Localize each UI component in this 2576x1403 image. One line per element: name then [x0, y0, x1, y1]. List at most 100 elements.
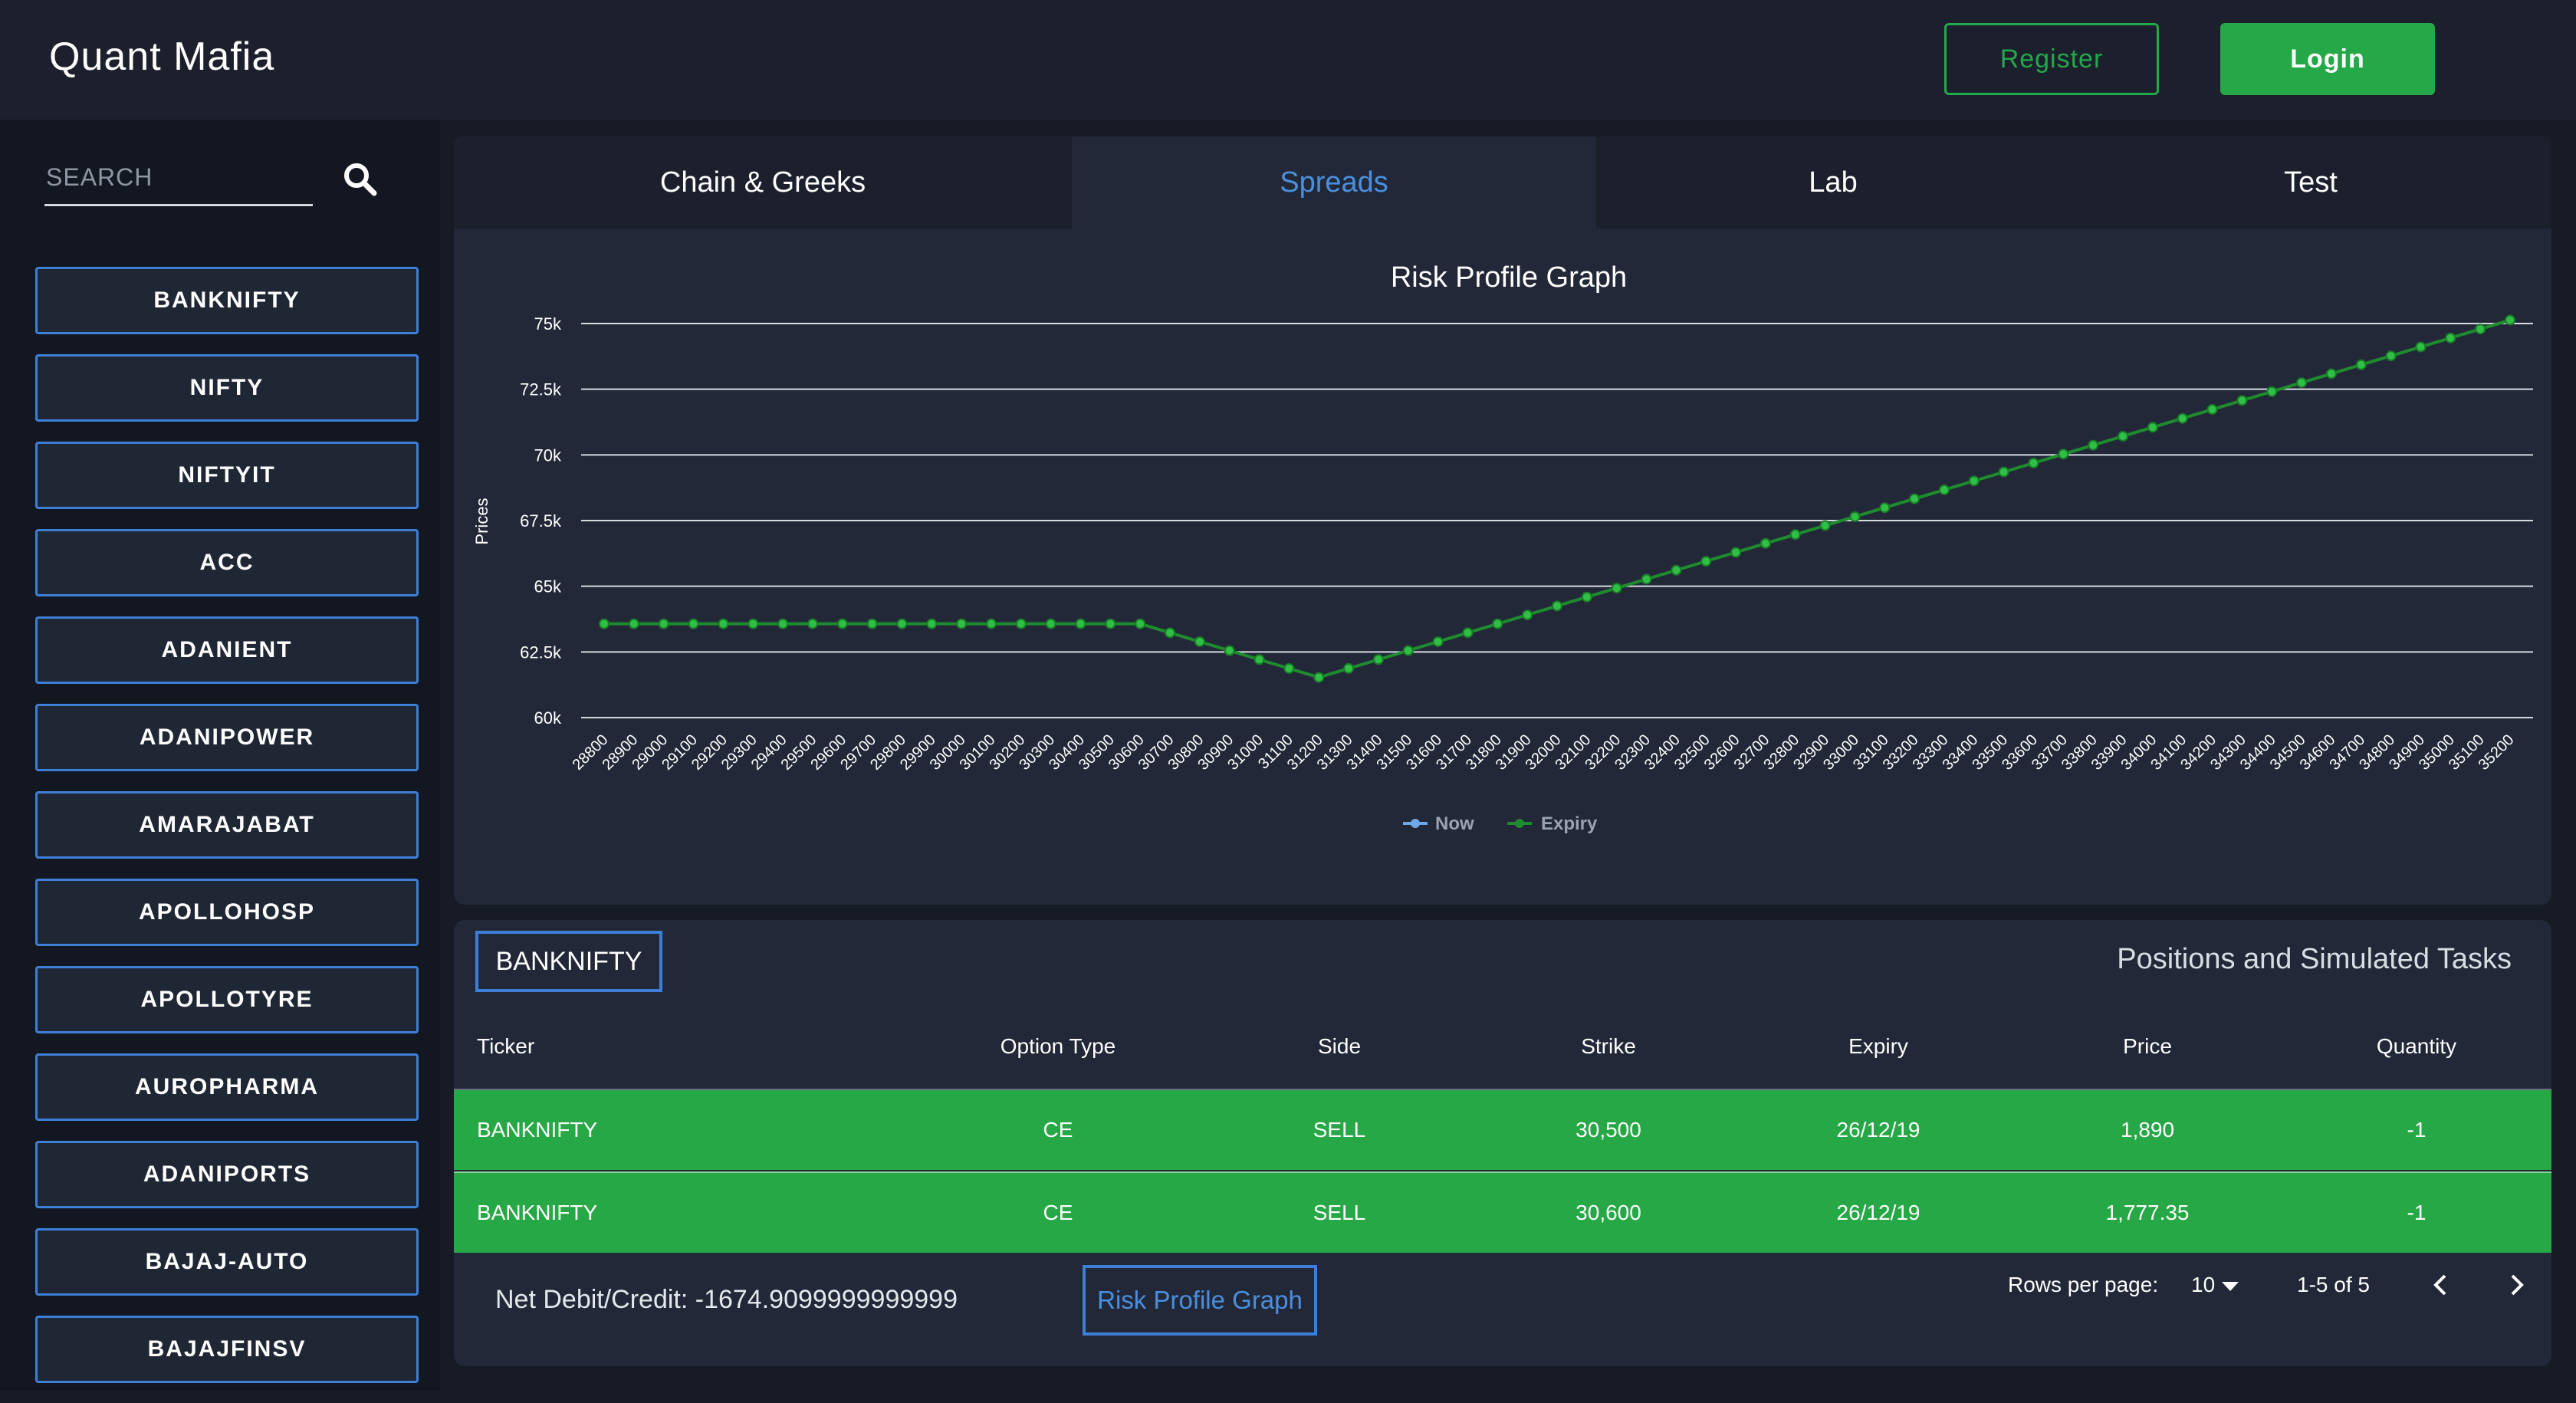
cell-expiry: 26/12/19	[1836, 1118, 1921, 1142]
cell-ticker: BANKNIFTY	[477, 1118, 598, 1142]
column-header-option-type[interactable]: Option Type	[1001, 1004, 1116, 1089]
data-point-expiry	[748, 618, 759, 629]
net-debit-credit: Net Debit/Credit: -1674.9099999999999	[495, 1285, 958, 1314]
ticker-button[interactable]: ADANIENT	[35, 616, 419, 684]
positions-panel-title: Positions and Simulated Tasks	[2117, 943, 2512, 975]
register-button[interactable]: Register	[1944, 23, 2159, 95]
data-point-expiry	[1581, 591, 1592, 603]
cell-side: SELL	[1313, 1201, 1366, 1224]
cell-price: 1,777.35	[2105, 1201, 2190, 1224]
data-point-expiry	[2266, 386, 2278, 397]
column-header-quantity[interactable]: Quantity	[2377, 1004, 2456, 1089]
data-point-expiry	[2118, 431, 2129, 442]
data-point-expiry	[2415, 341, 2426, 353]
ticker-button[interactable]: APOLLOTYRE	[35, 966, 419, 1033]
data-point-expiry	[1968, 475, 1980, 487]
data-point-expiry	[2355, 359, 2367, 370]
data-point-expiry	[658, 618, 669, 629]
legend-label-expiry: Expiry	[1541, 813, 1598, 834]
data-point-expiry	[2088, 439, 2099, 451]
legend-marker-now	[1411, 819, 1420, 828]
cell-expiry: 26/12/19	[1836, 1201, 1921, 1224]
tab-spreads[interactable]: Spreads	[1072, 136, 1596, 228]
y-tick-label: 70k	[534, 445, 562, 465]
column-header-strike[interactable]: Strike	[1581, 1004, 1636, 1089]
chevron-left-icon[interactable]	[2425, 1268, 2459, 1302]
ticker-button[interactable]: BANKNIFTY	[35, 267, 419, 334]
tab-lab[interactable]: Lab	[1596, 136, 2070, 228]
cell-quantity: -1	[2407, 1201, 2426, 1224]
search-icon[interactable]	[340, 159, 380, 199]
data-point-expiry	[2475, 324, 2486, 335]
data-point-expiry	[777, 618, 789, 629]
ticker-button[interactable]: AUROPHARMA	[35, 1053, 419, 1121]
data-point-expiry	[1254, 654, 1265, 665]
table-row[interactable]: BANKNIFTY CE SELL 30,500 26/12/19 1,890 …	[454, 1090, 2551, 1170]
column-header-price[interactable]: Price	[2123, 1004, 2172, 1089]
data-point-expiry	[2236, 395, 2248, 406]
cell-ticker: BANKNIFTY	[477, 1201, 598, 1224]
risk-profile-chart-panel: Risk Profile Graph 60k 62.5k 65k 67.5k 70k 72.…	[454, 228, 2551, 905]
data-point-expiry	[628, 618, 639, 629]
risk-profile-graph-button[interactable]: Risk Profile Graph	[1083, 1265, 1317, 1336]
data-point-expiry	[1730, 547, 1742, 558]
chart-title: Risk Profile Graph	[1391, 261, 1627, 294]
data-point-expiry	[1700, 556, 1712, 567]
caret-down-icon[interactable]	[2222, 1282, 2239, 1293]
ticker-button[interactable]: BAJAJ-AUTO	[35, 1228, 419, 1296]
table-row[interactable]: BANKNIFTY CE SELL 30,600 26/12/19 1,777.…	[454, 1171, 2551, 1253]
y-tick-label: 75k	[534, 314, 562, 334]
ticker-button[interactable]: ACC	[35, 529, 419, 596]
y-tick-label: 62.5k	[520, 642, 562, 662]
ticker-button[interactable]: AMARAJABAT	[35, 791, 419, 859]
data-point-expiry	[1641, 573, 1652, 585]
cell-price: 1,890	[2120, 1118, 2175, 1142]
legend-marker-expiry	[1515, 819, 1524, 828]
main-tabs: Chain & Greeks Spreads Lab Test	[454, 136, 2551, 228]
rows-per-page-select[interactable]: 10	[2191, 1273, 2215, 1297]
chevron-right-icon[interactable]	[2499, 1268, 2532, 1302]
y-axis-label: Prices	[472, 498, 491, 544]
column-header-side[interactable]: Side	[1318, 1004, 1361, 1089]
data-point-expiry	[1045, 618, 1056, 629]
data-point-expiry	[1283, 662, 1295, 674]
data-point-expiry	[1165, 627, 1176, 639]
data-point-expiry	[866, 618, 878, 629]
search-input[interactable]	[44, 153, 308, 201]
column-header-expiry[interactable]: Expiry	[1848, 1004, 1908, 1089]
positions-table-header: Ticker Option Type Side Strike Expiry Pr…	[454, 1004, 2551, 1090]
data-point-expiry	[2058, 449, 2069, 460]
selected-ticker-chip[interactable]: BANKNIFTY	[475, 931, 662, 992]
data-point-expiry	[1879, 502, 1891, 514]
data-point-expiry	[1135, 618, 1146, 629]
ticker-button[interactable]: NIFTYIT	[35, 442, 419, 509]
pagination-info: 1-5 of 5	[2297, 1273, 2370, 1296]
ticker-button[interactable]: BAJAJFINSV	[35, 1316, 419, 1383]
app-title: Quant Mafia	[49, 34, 275, 79]
data-point-expiry	[807, 618, 818, 629]
data-point-expiry	[1522, 610, 1533, 621]
data-point-expiry	[1462, 627, 1474, 639]
data-point-expiry	[1224, 645, 1235, 656]
data-point-expiry	[2177, 412, 2188, 424]
ticker-button[interactable]: NIFTY	[35, 354, 419, 422]
ticker-button[interactable]: APOLLOHOSP	[35, 879, 419, 946]
data-point-expiry	[2147, 422, 2158, 433]
data-point-expiry	[2028, 457, 2039, 468]
data-point-expiry	[1372, 654, 1384, 665]
data-point-expiry	[1105, 618, 1116, 629]
data-point-expiry	[1998, 466, 2009, 478]
data-point-expiry	[1075, 618, 1086, 629]
ticker-button[interactable]: ADANIPOWER	[35, 704, 419, 771]
tab-test[interactable]: Test	[2070, 136, 2551, 228]
data-point-expiry	[1343, 662, 1355, 674]
data-point-expiry	[2206, 404, 2218, 416]
cell-quantity: -1	[2407, 1118, 2426, 1142]
tab-chain-greeks[interactable]: Chain & Greeks	[454, 136, 1072, 228]
sidebar: BANKNIFTY NIFTY NIFTYIT ACC ADANIENT ADANIPOW…	[0, 120, 440, 1391]
column-header-ticker[interactable]: Ticker	[477, 1004, 534, 1089]
ticker-button[interactable]: ADANIPORTS	[35, 1141, 419, 1208]
login-button[interactable]: Login	[2220, 23, 2435, 95]
cell-strike: 30,500	[1576, 1118, 1641, 1142]
data-point-expiry	[1402, 645, 1414, 656]
